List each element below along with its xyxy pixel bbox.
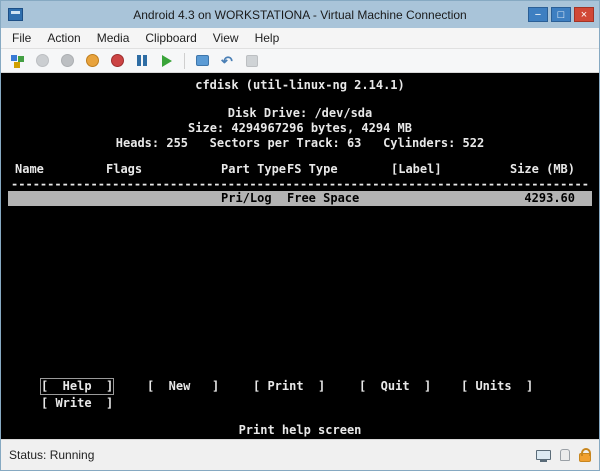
status-bar: Status: Running — [1, 439, 599, 470]
menu-item-file[interactable]: File — [4, 29, 39, 47]
pause-icon[interactable] — [134, 53, 150, 69]
lock-icon — [579, 453, 591, 462]
minimize-button[interactable]: − — [528, 7, 548, 22]
table-header: Name Flags Part Type FS Type [Label] Siz… — [1, 162, 599, 177]
cell-fs-type: Free Space — [287, 191, 359, 206]
menu-item-action[interactable]: Action — [39, 29, 88, 47]
disk-drive-line: Disk Drive: /dev/sda — [1, 106, 599, 121]
menu-bar: File Action Media Clipboard View Help — [1, 28, 599, 49]
close-button[interactable]: × — [574, 7, 594, 22]
menu-item-view[interactable]: View — [205, 29, 247, 47]
turn-off-icon[interactable] — [59, 53, 75, 69]
window-controls: − □ × — [528, 7, 594, 22]
cfdisk-button-write[interactable]: [ Write ] — [41, 396, 113, 411]
cfdisk-title: cfdisk (util-linux-ng 2.14.1) — [1, 78, 599, 93]
menu-item-clipboard[interactable]: Clipboard — [137, 29, 204, 47]
table-row: Pri/Log Free Space 4293.60 — [8, 191, 592, 206]
revert-icon[interactable]: ↶ — [219, 53, 235, 69]
display-icon — [536, 450, 551, 460]
save-icon[interactable] — [109, 53, 125, 69]
window-title: Android 4.3 on WORKSTATIONA - Virtual Ma… — [1, 8, 599, 22]
cfdisk-hint: Print help screen — [1, 423, 599, 438]
checkpoint-icon[interactable] — [194, 53, 210, 69]
status-text: Status: Running — [9, 448, 94, 462]
cfdisk-button-units[interactable]: [ Units ] — [461, 379, 533, 394]
vm-screen[interactable]: cfdisk (util-linux-ng 2.14.1) Disk Drive… — [1, 73, 599, 439]
column-header-fs-type: FS Type — [287, 162, 338, 177]
column-header-part-type: Part Type — [221, 162, 286, 177]
status-icons — [536, 449, 591, 462]
menu-item-media[interactable]: Media — [89, 29, 138, 47]
cell-size: 4293.60 — [524, 191, 575, 206]
maximize-button[interactable]: □ — [551, 7, 571, 22]
title-bar[interactable]: Android 4.3 on WORKSTATIONA - Virtual Ma… — [1, 1, 599, 28]
reset-icon[interactable] — [159, 53, 175, 69]
cfdisk-button-new[interactable]: [ New ] — [147, 379, 219, 394]
vm-connection-window: Android 4.3 on WORKSTATIONA - Virtual Ma… — [0, 0, 600, 471]
column-header-flags: Flags — [106, 162, 142, 177]
enhanced-session-icon[interactable] — [244, 53, 260, 69]
cfdisk-button-help[interactable]: [ Help ] — [41, 379, 113, 394]
cfdisk-button-quit[interactable]: [ Quit ] — [359, 379, 431, 394]
table-divider: ----------------------------------------… — [1, 177, 599, 192]
input-capture-icon — [560, 449, 570, 461]
disk-geometry-line: Heads: 255 Sectors per Track: 63 Cylinde… — [1, 136, 599, 151]
menu-item-help[interactable]: Help — [247, 29, 288, 47]
cfdisk-button-print[interactable]: [ Print ] — [253, 379, 325, 394]
ctrl-alt-del-icon[interactable] — [9, 53, 25, 69]
hyper-v-app-icon — [8, 8, 23, 21]
column-header-size: Size (MB) — [510, 162, 575, 177]
start-icon[interactable] — [34, 53, 50, 69]
column-header-name: Name — [15, 162, 44, 177]
cell-part-type: Pri/Log — [221, 191, 272, 206]
toolbar-separator — [184, 53, 185, 69]
column-header-label: [Label] — [391, 162, 442, 177]
shut-down-icon[interactable] — [84, 53, 100, 69]
toolbar: ↶ — [1, 49, 599, 73]
disk-size-line: Size: 4294967296 bytes, 4294 MB — [1, 121, 599, 136]
